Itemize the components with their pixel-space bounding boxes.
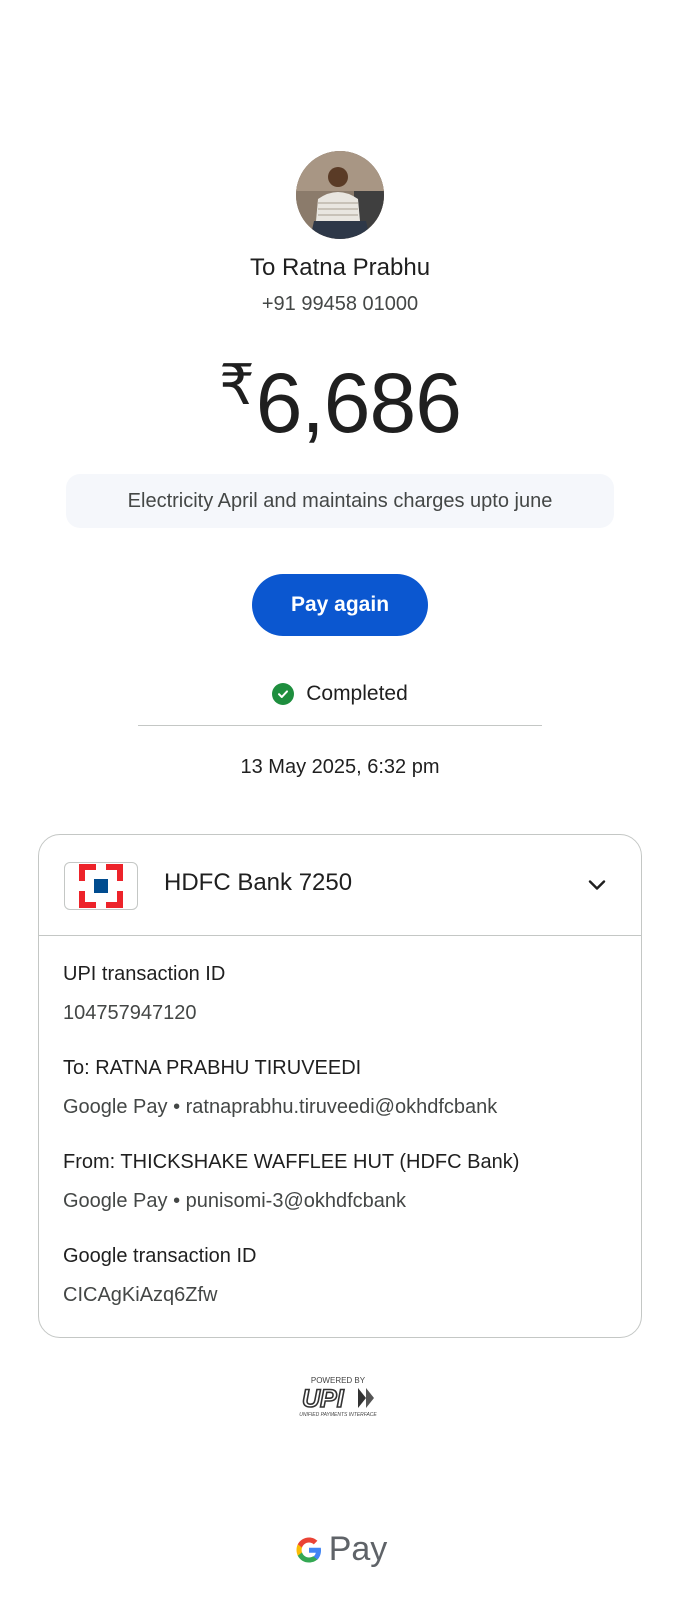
payment-amount: ₹6,686: [0, 352, 680, 452]
from-details: From: THICKSHAKE WAFFLEE HUT (HDFC Bank)…: [63, 1151, 519, 1213]
to-details: To: RATNA PRABHU TIRUVEEDI Google Pay • …: [63, 1057, 497, 1119]
recipient-avatar: [296, 151, 384, 239]
recipient-phone: +91 99458 01000: [261, 293, 419, 315]
chevron-down-icon[interactable]: [585, 873, 609, 897]
google-transaction-id-label: Google transaction ID: [63, 1245, 257, 1267]
upi-logo-icon: POWERED BY UPI UNIFIED PAYMENTS INTERFAC…: [299, 1376, 377, 1418]
from-label: From: THICKSHAKE WAFFLEE HUT (HDFC Bank): [63, 1151, 520, 1173]
to-value: Google Pay • ratnaprabhu.tiruveedi@okhdf…: [63, 1096, 498, 1118]
divider: [138, 725, 542, 726]
from-value: Google Pay • punisomi-3@okhdfcbank: [63, 1190, 407, 1212]
google-pay-logo: Pay: [0, 1530, 680, 1569]
gpay-text: Pay: [328, 1530, 388, 1568]
upi-transaction-id-value: 104757947120: [63, 1002, 197, 1024]
amount-value: 6,686: [255, 356, 462, 450]
status-label: Completed: [306, 682, 408, 705]
transaction-details-card: HDFC Bank 7250 UPI transaction ID 104757…: [38, 834, 642, 1338]
account-header[interactable]: HDFC Bank 7250: [39, 835, 641, 936]
upi-subtext: UNIFIED PAYMENTS INTERFACE: [299, 1412, 377, 1418]
powered-by-text: POWERED BY: [311, 1376, 366, 1385]
payment-status: Completed: [0, 682, 680, 706]
pay-again-button[interactable]: Pay again: [252, 574, 428, 636]
check-circle-icon: [272, 683, 295, 705]
upi-transaction-id-label: UPI transaction ID: [63, 963, 226, 985]
recipient-name: To Ratna Prabhu: [249, 254, 431, 281]
currency-symbol: ₹: [219, 353, 255, 416]
bank-account-name: HDFC Bank 7250: [164, 869, 353, 896]
to-label: To: RATNA PRABHU TIRUVEEDI: [63, 1057, 362, 1079]
transaction-datetime: 13 May 2025, 6:32 pm: [240, 756, 440, 778]
google-transaction-id: Google transaction ID CICAgKiAzq6Zfw: [63, 1245, 256, 1307]
upi-text: UPI: [302, 1385, 345, 1413]
payment-note: Electricity April and maintains charges …: [66, 474, 614, 528]
google-g-icon: [296, 1537, 321, 1562]
upi-transaction-id: UPI transaction ID 104757947120: [63, 963, 225, 1025]
google-transaction-id-value: CICAgKiAzq6Zfw: [63, 1284, 218, 1306]
hdfc-logo-icon: [64, 862, 138, 910]
